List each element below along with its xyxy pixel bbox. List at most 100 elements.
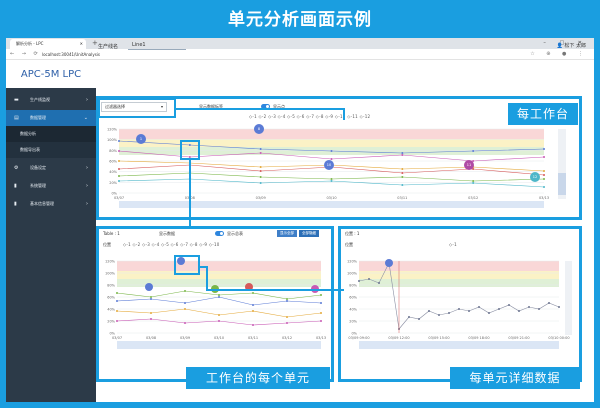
unit-detail-panel: 位置 : 1 位置 ◇-1 120% 100% 80% 60% 40% 20% 0% 03/… [338, 226, 582, 382]
data-point [401, 152, 404, 154]
top-legend[interactable]: ◇-1 ◇-2 ◇-3 ◇-4 ◇-5 ◇-6 ◇-7 ◇-8 ◇-9 ◇-10… [249, 114, 370, 119]
callout-workbench: 每工作台 [508, 103, 578, 125]
data-point [184, 290, 186, 292]
marker-bubble [385, 259, 393, 267]
callout-unit: 工作台的每个单元 [186, 367, 330, 389]
user-name[interactable]: 👤 松下 太郎 [557, 42, 586, 49]
sidebar: APC-5M LPC ▬ 生产线监视 › ▤ 数据管理 ⌄ 数据分析 数据导出表… [6, 61, 96, 402]
data-point [330, 150, 333, 152]
x-tick-label: 03/12 [282, 336, 292, 340]
browser-tools-icon[interactable]: ☆ ⊕ ● ⋮ [530, 49, 588, 60]
zone-high [117, 261, 321, 271]
x-tick-label: 03/09 18:00 [468, 336, 489, 340]
position-title: 位置 : 1 [345, 231, 360, 236]
y-tick-label: 40% [109, 170, 117, 174]
scroll-range [359, 341, 559, 349]
data-point [259, 148, 262, 150]
x-tick-label: 03/11 [397, 196, 407, 200]
sidebar-item-system-management[interactable]: ▮ 系统管理 › [6, 178, 96, 194]
file-icon: ▮ [14, 183, 17, 189]
gear-icon: ⚙ [14, 165, 19, 171]
data-point [330, 180, 333, 182]
sidebar-item-data-management[interactable]: ▤ 数据管理 ⌄ [6, 110, 96, 126]
data-point [401, 184, 404, 186]
nav-arrows-icon[interactable]: ← → ⟳ [10, 49, 41, 60]
marker-label: 11 [467, 163, 471, 167]
data-point [259, 166, 262, 168]
data-point [218, 296, 220, 298]
y-tick-label: 100% [347, 272, 358, 276]
detail-legend[interactable]: ◇-1 [449, 242, 457, 247]
y-tick-label: 100% [107, 138, 118, 142]
tab-close-icon[interactable]: ✕ [80, 39, 83, 49]
file-icon: ▮ [14, 201, 17, 207]
unit-chart: 120%100%80%60%40%20%0% 03/07 03/08 03/09 03… [105, 257, 326, 349]
data-point [286, 316, 288, 318]
address-bar: ← → ⟳ localhost:30041/UnitAnalysis ☆ ⊕ ●… [6, 49, 594, 60]
zone-mid [359, 271, 559, 279]
show-data-label: 显示数据 [159, 231, 175, 236]
url-field[interactable]: localhost:30041/UnitAnalysis [42, 51, 100, 58]
data-point [118, 168, 120, 170]
sidebar-item-data-analysis[interactable]: 数据分析 [6, 126, 96, 142]
x-tick-label: 03/13 [539, 196, 549, 200]
marker-label: 8 [258, 127, 260, 131]
chevron-right-icon: › [86, 97, 88, 103]
data-point [218, 314, 220, 316]
sidebar-item-data-export[interactable]: 数据导出表 [6, 142, 96, 158]
data-point [330, 178, 333, 180]
show-data-toggle[interactable] [215, 231, 224, 236]
data-point [252, 324, 254, 326]
data-point [543, 178, 545, 180]
tab-title: 解析分析 - LPC [16, 41, 44, 46]
data-point [320, 294, 322, 296]
data-point [478, 306, 480, 308]
data-point [118, 180, 120, 182]
data-point [116, 292, 118, 294]
data-point [543, 170, 545, 172]
hide-all-button[interactable]: 全部隐藏 [299, 230, 319, 237]
point-highlight [180, 140, 200, 160]
connector-line [189, 160, 191, 228]
y-tick-label: 20% [349, 320, 357, 324]
data-point [116, 300, 118, 302]
folder-icon: ▬ [14, 97, 19, 103]
data-point [428, 310, 430, 312]
data-point [558, 306, 560, 308]
new-tab-icon[interactable]: + [92, 38, 98, 49]
data-point [543, 174, 545, 176]
data-point [118, 150, 120, 152]
tab-bar: 解析分析 - LPC ✕ + – □ ✕ [6, 38, 594, 49]
sidebar-item-line-monitor[interactable]: ▬ 生产线监视 › [6, 92, 96, 108]
sidebar-item-basic-info[interactable]: ▮ 基本信息管理 › [6, 196, 96, 212]
data-point [543, 156, 545, 158]
data-point [218, 294, 220, 296]
data-point [150, 296, 152, 298]
data-point [543, 148, 545, 150]
data-point [116, 320, 118, 322]
data-point [448, 312, 450, 314]
browser-tab[interactable]: 解析分析 - LPC ✕ [10, 39, 86, 49]
x-tick-label: 03/12 [468, 196, 478, 200]
unit-legend[interactable]: ◇-1 ◇-2 ◇-3 ◇-4 ◇-5 ◇-6 ◇-7 ◇-8 ◇-9 ◇-10 [123, 242, 220, 247]
v-slider [565, 261, 572, 335]
y-tick-label: 60% [107, 296, 115, 300]
data-point [472, 150, 475, 152]
y-tick-label: 40% [349, 308, 357, 312]
data-point [184, 308, 186, 310]
x-tick-label: 03/07 [112, 336, 122, 340]
y-tick-label: 40% [107, 308, 115, 312]
show-all-button[interactable]: 显示全部 [277, 230, 297, 237]
data-point [378, 282, 380, 284]
data-point [528, 306, 530, 308]
callout-detail: 每单元详细数据 [450, 367, 580, 389]
data-point [488, 312, 490, 314]
data-point [401, 172, 404, 174]
y-tick-label: 0% [351, 332, 357, 336]
sidebar-item-device-settings[interactable]: ⚙ 设备设定 › [6, 160, 96, 176]
line-name-input[interactable]: Line1 [128, 41, 186, 50]
data-point [184, 302, 186, 304]
data-point [259, 170, 262, 172]
data-point [259, 176, 262, 178]
y-tick-label: 80% [349, 284, 357, 288]
